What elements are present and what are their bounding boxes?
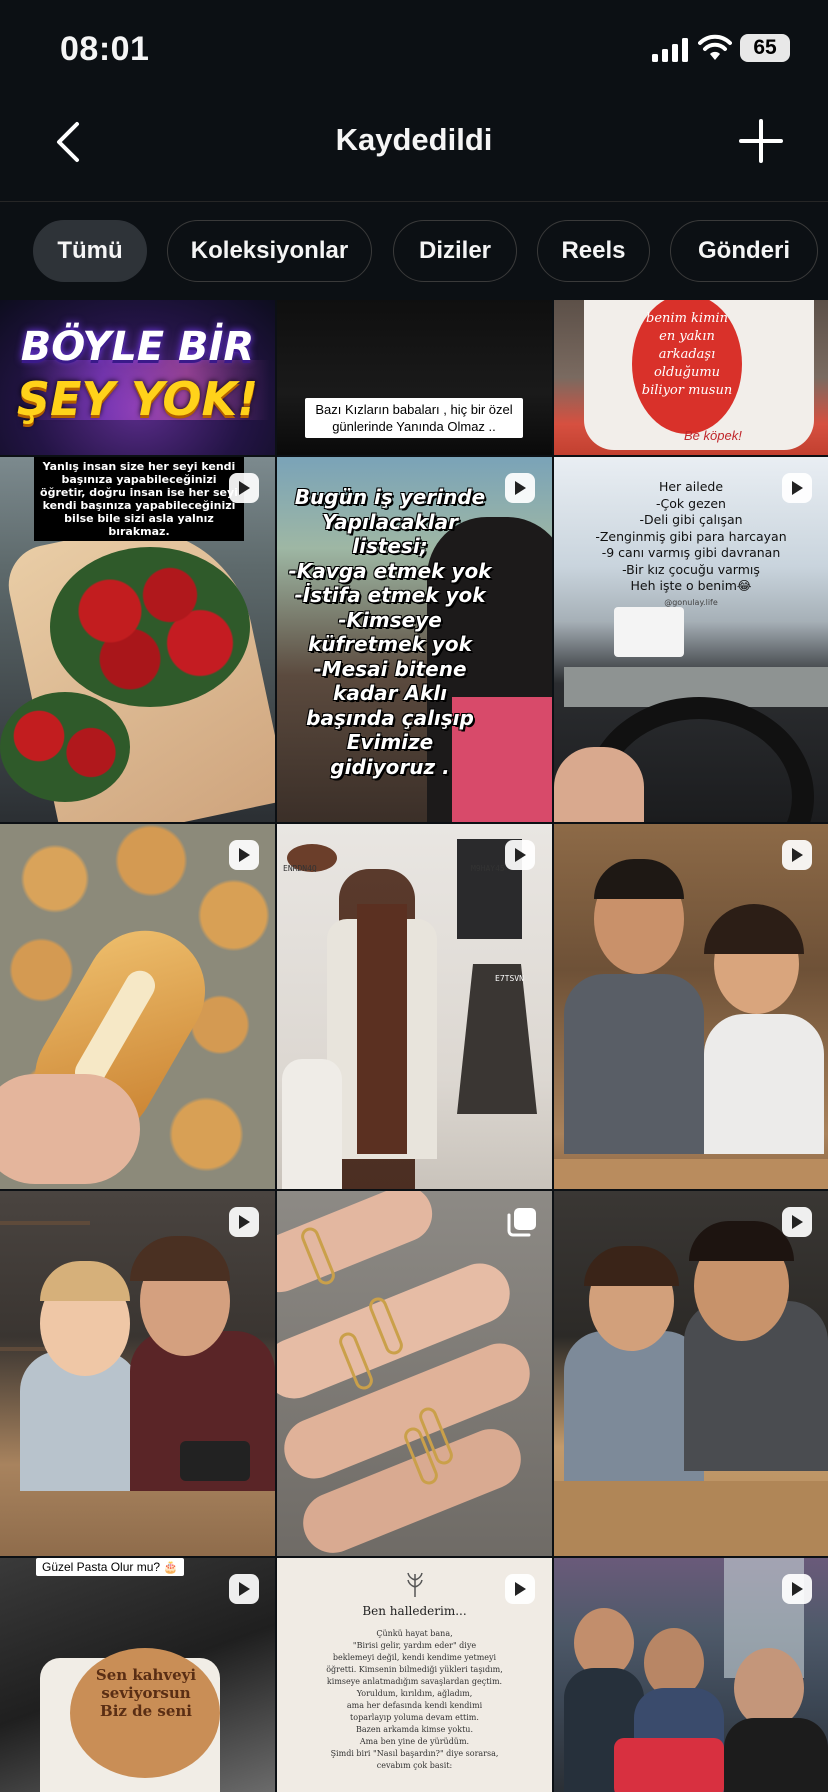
post-tile[interactable] [554, 1191, 828, 1556]
product-code: ENRDN4Q [283, 864, 317, 873]
tab-series[interactable]: Diziler [393, 220, 517, 282]
reel-icon [229, 1207, 259, 1237]
post-heading: Ben hallederim... [362, 1604, 467, 1618]
page-title: Kaydedildi [335, 122, 493, 157]
post-tile[interactable]: Yanlış insan size her seyi kendi başınız… [0, 457, 275, 822]
post-caption: Yanlış insan size her seyi kendi başınız… [34, 457, 244, 541]
post-tile[interactable] [554, 824, 828, 1189]
reel-icon [229, 473, 259, 503]
post-tile[interactable]: Ben hallederim... Çünkü hayat bana, "Bir… [277, 1558, 552, 1792]
product-code: E7TSVN [495, 974, 524, 983]
post-tile[interactable]: Bazı Kızların babaları , hiç bir özel gü… [277, 300, 552, 455]
reel-icon [229, 840, 259, 870]
post-caption: Bazı Kızların babaları , hiç bir özel gü… [305, 398, 523, 438]
mug-bottom-text: Be köpek! [684, 428, 742, 443]
wifi-icon [698, 34, 732, 60]
tab-reels[interactable]: Reels [537, 220, 650, 282]
filter-tabs: Tümü Koleksiyonlar Diziler Reels Gönderi [0, 202, 828, 300]
post-headline-line2: ŞEY YOK! [16, 372, 259, 426]
battery-indicator: 65 [740, 34, 790, 62]
cellular-signal-icon [652, 38, 688, 62]
post-tile[interactable]: benim kimin en yakın arkadaşı olduğumu b… [554, 300, 828, 455]
tab-all[interactable]: Tümü [33, 220, 147, 282]
post-headline-line1: BÖYLE BİR [20, 324, 255, 370]
reel-icon [782, 840, 812, 870]
post-tile[interactable] [0, 824, 275, 1189]
cake-text: Sen kahveyi seviyorsun Biz de seni [95, 1666, 197, 1720]
mug-text: benim kimin en yakın arkadaşı olduğumu b… [641, 311, 733, 398]
status-bar: 08:01 65 [0, 0, 828, 100]
top-navigation-bar: Kaydedildi [0, 100, 828, 202]
post-tile[interactable]: BÖYLE BİR ŞEY YOK! [0, 300, 275, 455]
post-tile[interactable] [554, 1558, 828, 1792]
reel-icon [229, 1574, 259, 1604]
reel-icon [505, 1574, 535, 1604]
reel-icon [505, 473, 535, 503]
post-tile[interactable]: Sen kahveyi seviyorsun Biz de seni Güzel… [0, 1558, 275, 1792]
leaf-icon [407, 1572, 423, 1597]
post-tile[interactable] [277, 1191, 552, 1556]
post-tile[interactable]: ENRDN4Q M9HAY45 E7TSVN [277, 824, 552, 1189]
post-tile[interactable]: Her ailede -Çok gezen -Deli gibi çalışan… [554, 457, 828, 822]
add-collection-button[interactable] [736, 116, 786, 166]
tab-collections[interactable]: Koleksiyonlar [167, 220, 372, 282]
product-code: M9HAY45 [471, 864, 505, 873]
reel-icon [782, 473, 812, 503]
tab-posts[interactable]: Gönderi [670, 220, 818, 282]
status-time: 08:01 [60, 30, 150, 68]
reel-icon [505, 840, 535, 870]
carousel-icon [507, 1208, 536, 1237]
reel-icon [782, 1574, 812, 1604]
saved-posts-grid: BÖYLE BİR ŞEY YOK! Bazı Kızların babalar… [0, 300, 828, 1792]
post-tile[interactable]: Bugün iş yerinde Yapılacaklar listesi; -… [277, 457, 552, 822]
post-caption: Güzel Pasta Olur mu? 🎂 [36, 1558, 185, 1576]
post-body-text: Çünkü hayat bana, "Birisi gelir, yardım … [326, 1629, 503, 1770]
todo-list-text: Bugün iş yerinde Yapılacaklar listesi; -… [288, 485, 492, 779]
reel-icon [782, 1207, 812, 1237]
post-tile[interactable] [0, 1191, 275, 1556]
